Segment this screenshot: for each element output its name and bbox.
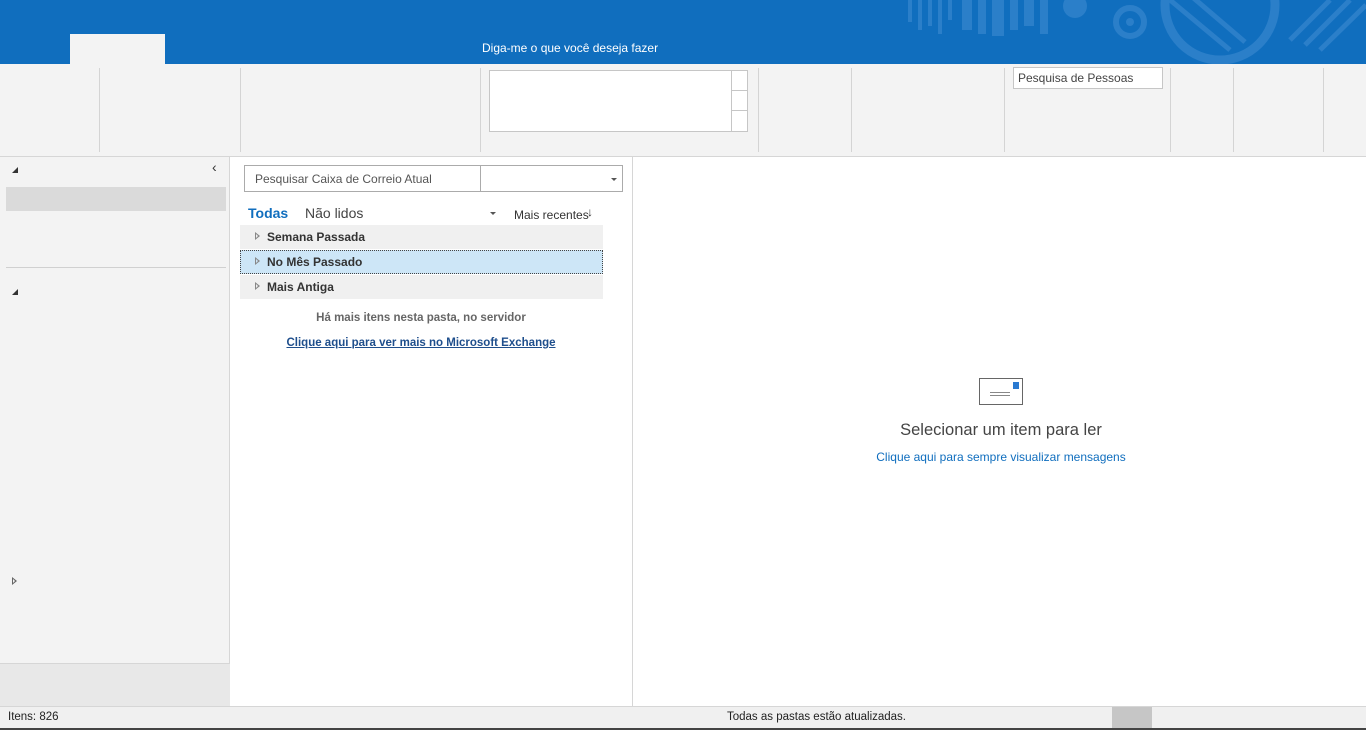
always-preview-link[interactable]: Clique aqui para sempre visualizar mensa… — [634, 450, 1366, 464]
collapse-pane-icon[interactable]: ‹ — [212, 159, 217, 175]
item-count: Itens: 826 — [8, 711, 59, 723]
gallery-scroll[interactable] — [731, 71, 747, 131]
group-header[interactable]: Semana Passada — [240, 225, 603, 249]
folder-divider — [6, 267, 226, 268]
reading-pane: Selecionar um item para ler Clique aqui … — [634, 157, 1366, 706]
view-more-exchange-link[interactable]: Clique aqui para ver mais no Microsoft E… — [231, 337, 611, 349]
ribbon: Pesquisa de Pessoas — [0, 64, 1366, 157]
ribbon-separator — [758, 68, 759, 152]
expand-right-icon[interactable] — [255, 257, 260, 265]
gallery-expand[interactable] — [732, 111, 747, 131]
sync-status: Todas as pastas estão atualizadas. — [727, 711, 907, 723]
ribbon-separator — [480, 68, 481, 152]
ribbon-separator — [240, 68, 241, 152]
gallery-scroll-up[interactable] — [732, 71, 747, 91]
ribbon-separator — [1323, 68, 1324, 152]
expand-down-icon[interactable] — [12, 289, 18, 295]
group-header-selected[interactable]: No Mês Passado — [240, 250, 603, 274]
folder-item-selected[interactable] — [6, 187, 226, 211]
expand-right-icon[interactable] — [255, 282, 260, 290]
group-header[interactable]: Mais Antiga — [240, 275, 603, 299]
filter-all-tab[interactable]: Todas — [248, 205, 288, 221]
tell-me-box[interactable]: Diga-me o que você deseja fazer — [482, 41, 658, 55]
ribbon-separator — [1170, 68, 1171, 152]
message-list: Pesquisar Caixa de Correio Atual Todas N… — [231, 157, 633, 706]
folder-pane-footer — [0, 663, 230, 706]
expand-right-icon[interactable] — [255, 232, 260, 240]
group-label: Semana Passada — [267, 230, 366, 244]
mailbox-search-input[interactable]: Pesquisar Caixa de Correio Atual — [244, 165, 481, 192]
header-decoration — [908, 0, 1366, 64]
ribbon-separator — [1233, 68, 1234, 152]
filter-dropdown-icon[interactable] — [490, 212, 496, 215]
title-bar: Diga-me o que você deseja fazer — [0, 0, 1366, 64]
more-items-notice: Há mais itens nesta pasta, no servidor — [316, 312, 526, 324]
status-indicator — [1112, 707, 1152, 729]
folder-pane: ‹ — [0, 157, 230, 706]
sort-button[interactable]: Mais recentes — [514, 208, 589, 222]
expand-right-icon[interactable] — [12, 577, 17, 585]
chevron-down-icon — [611, 178, 617, 181]
people-search-input[interactable]: Pesquisa de Pessoas — [1013, 67, 1163, 89]
quick-steps-gallery[interactable] — [489, 70, 748, 132]
ribbon-tab-active[interactable] — [70, 34, 165, 64]
sort-direction-icon[interactable]: ↓ — [587, 205, 593, 219]
group-label: Mais Antiga — [267, 280, 334, 294]
group-label: No Mês Passado — [267, 255, 363, 269]
expand-down-icon[interactable] — [12, 167, 18, 173]
status-bar: Itens: 826 Todas as pastas estão atualiz… — [0, 706, 1366, 730]
ribbon-separator — [1004, 68, 1005, 152]
reading-pane-title: Selecionar um item para ler — [900, 421, 1102, 439]
ribbon-separator — [851, 68, 852, 152]
envelope-icon — [979, 378, 1023, 405]
ribbon-separator — [99, 68, 100, 152]
filter-unread-tab[interactable]: Não lidos — [305, 205, 363, 221]
search-scope-dropdown[interactable] — [480, 165, 623, 192]
gallery-scroll-down[interactable] — [732, 91, 747, 111]
